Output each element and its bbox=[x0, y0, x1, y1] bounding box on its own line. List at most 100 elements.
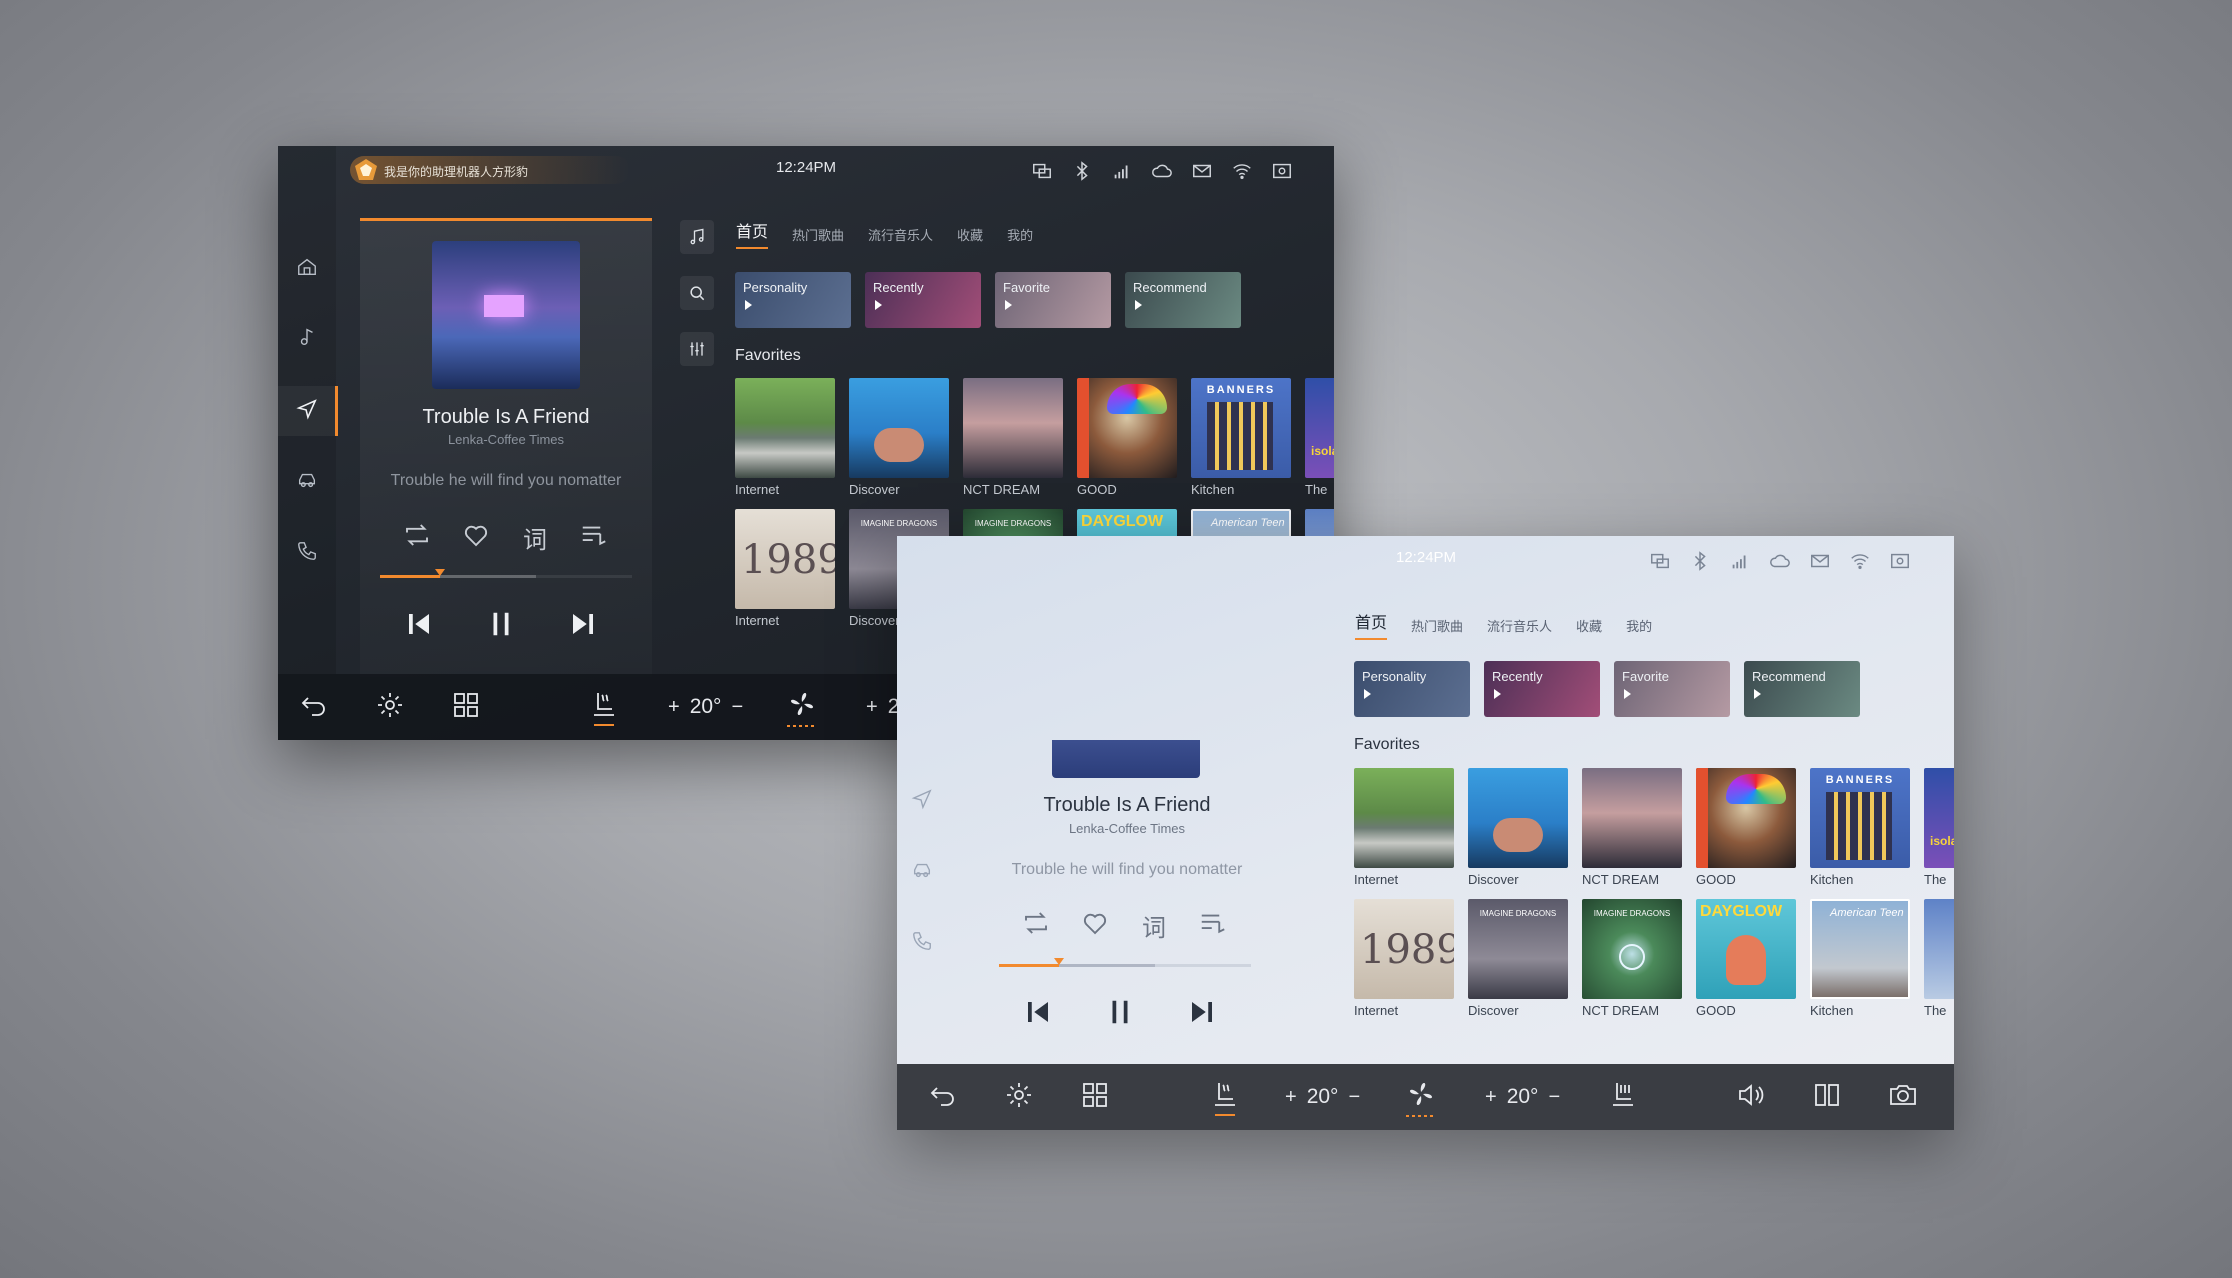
cloud-icon[interactable] bbox=[1769, 550, 1791, 572]
album-item[interactable]: American Teen Kitchen bbox=[1810, 899, 1910, 1018]
tab-home[interactable]: 首页 bbox=[736, 218, 769, 249]
nav-car[interactable] bbox=[296, 469, 318, 496]
album-item[interactable]: Internet bbox=[735, 378, 835, 497]
pause-button[interactable] bbox=[1105, 997, 1135, 1032]
next-button[interactable] bbox=[568, 609, 598, 644]
lyrics-button[interactable]: 词 bbox=[1139, 908, 1169, 943]
tab-favorites[interactable]: 收藏 bbox=[957, 225, 983, 249]
seat-heat-left-button[interactable] bbox=[588, 689, 620, 726]
search-button[interactable] bbox=[680, 276, 714, 310]
progress-track[interactable] bbox=[380, 569, 632, 578]
album-item[interactable]: Discover bbox=[1468, 768, 1568, 887]
now-playing-cover[interactable] bbox=[432, 241, 580, 389]
favorite-button[interactable] bbox=[461, 520, 491, 555]
camera-button[interactable] bbox=[1887, 1079, 1919, 1116]
fan-button[interactable] bbox=[1405, 1078, 1437, 1117]
nav-home[interactable] bbox=[296, 256, 318, 283]
album-item[interactable]: 1989 Internet bbox=[735, 509, 835, 628]
screen-mirror-icon[interactable] bbox=[1031, 160, 1053, 182]
album-item[interactable]: NCT DREAM bbox=[1582, 768, 1682, 887]
nav-phone[interactable] bbox=[296, 540, 318, 567]
tab-mine[interactable]: 我的 bbox=[1626, 616, 1652, 640]
now-playing-cover[interactable] bbox=[1052, 740, 1200, 778]
screen-mirror-icon[interactable] bbox=[1649, 550, 1671, 572]
album-item[interactable]: NCT DREAM bbox=[963, 378, 1063, 497]
card-recommend[interactable]: Recommend bbox=[1125, 272, 1241, 328]
tab-pop-artists[interactable]: 流行音乐人 bbox=[1487, 616, 1552, 640]
camera-box-icon[interactable] bbox=[1889, 550, 1911, 572]
wifi-icon[interactable] bbox=[1849, 550, 1871, 572]
bluetooth-icon[interactable] bbox=[1689, 550, 1711, 572]
temp-right-plus-button[interactable]: + bbox=[866, 696, 878, 719]
music-library-button[interactable] bbox=[680, 220, 714, 254]
album-item[interactable]: isola The bbox=[1305, 378, 1334, 497]
album-item[interactable]: DAYGLOW GOOD bbox=[1696, 899, 1796, 1018]
settings-button[interactable] bbox=[1003, 1079, 1035, 1116]
next-button[interactable] bbox=[1187, 997, 1217, 1032]
album-item[interactable]: Internet bbox=[1354, 768, 1454, 887]
album-item[interactable]: IMAGINE DRAGONS Discover bbox=[1468, 899, 1568, 1018]
card-recently[interactable]: Recently bbox=[865, 272, 981, 328]
camera-box-icon[interactable] bbox=[1271, 160, 1293, 182]
album-item[interactable]: Discover bbox=[849, 378, 949, 497]
mail-icon[interactable] bbox=[1191, 160, 1213, 182]
temp-left-minus-button[interactable]: − bbox=[731, 696, 743, 719]
album-item[interactable]: GOOD bbox=[1077, 378, 1177, 497]
nav-car[interactable] bbox=[911, 859, 933, 886]
tab-favorites[interactable]: 收藏 bbox=[1576, 616, 1602, 640]
previous-button[interactable] bbox=[1023, 997, 1053, 1032]
bluetooth-icon[interactable] bbox=[1071, 160, 1093, 182]
back-button[interactable] bbox=[927, 1079, 959, 1116]
repeat-button[interactable] bbox=[402, 520, 432, 555]
album-item[interactable]: The bbox=[1924, 899, 1954, 1018]
pause-button[interactable] bbox=[486, 609, 516, 644]
apps-button[interactable] bbox=[450, 689, 482, 726]
temp-right-plus-button[interactable]: + bbox=[1485, 1086, 1497, 1109]
temp-right-minus-button[interactable]: − bbox=[1548, 1086, 1560, 1109]
nav-navigation[interactable] bbox=[911, 788, 933, 815]
album-item[interactable]: BANNERS Kitchen bbox=[1191, 378, 1291, 497]
album-item[interactable]: GOOD bbox=[1696, 768, 1796, 887]
card-favorite[interactable]: Favorite bbox=[995, 272, 1111, 328]
nav-music[interactable] bbox=[296, 326, 318, 353]
wifi-icon[interactable] bbox=[1231, 160, 1253, 182]
tab-hot-songs[interactable]: 热门歌曲 bbox=[1411, 616, 1463, 640]
nav-phone[interactable] bbox=[911, 930, 933, 957]
equalizer-button[interactable] bbox=[680, 332, 714, 366]
previous-button[interactable] bbox=[404, 609, 434, 644]
progress-knob[interactable] bbox=[435, 569, 446, 576]
favorite-button[interactable] bbox=[1080, 908, 1110, 943]
album-item[interactable]: 1989 Internet bbox=[1354, 899, 1454, 1018]
card-recommend[interactable]: Recommend bbox=[1744, 661, 1860, 717]
playlist-button[interactable] bbox=[1198, 908, 1228, 943]
album-item[interactable]: isola The bbox=[1924, 768, 1954, 887]
nav-navigation[interactable] bbox=[296, 398, 318, 425]
temp-left-minus-button[interactable]: − bbox=[1348, 1086, 1360, 1109]
mail-icon[interactable] bbox=[1809, 550, 1831, 572]
progress-knob[interactable] bbox=[1054, 958, 1065, 965]
album-item[interactable]: IMAGINE DRAGONS NCT DREAM bbox=[1582, 899, 1682, 1018]
settings-button[interactable] bbox=[374, 689, 406, 726]
seat-heat-left-button[interactable] bbox=[1209, 1079, 1241, 1116]
seat-vent-right-button[interactable] bbox=[1607, 1079, 1639, 1116]
assistant-pill[interactable]: 我是你的助理机器人方形豹 bbox=[350, 156, 630, 184]
progress-track[interactable] bbox=[999, 958, 1251, 967]
lyrics-button[interactable]: 词 bbox=[520, 520, 550, 555]
temp-left-plus-button[interactable]: + bbox=[1285, 1086, 1297, 1109]
apps-button[interactable] bbox=[1079, 1079, 1111, 1116]
cloud-icon[interactable] bbox=[1151, 160, 1173, 182]
card-favorite[interactable]: Favorite bbox=[1614, 661, 1730, 717]
back-button[interactable] bbox=[298, 689, 330, 726]
temp-left-plus-button[interactable]: + bbox=[668, 696, 680, 719]
volume-button[interactable] bbox=[1735, 1079, 1767, 1116]
tab-mine[interactable]: 我的 bbox=[1007, 225, 1033, 249]
card-recently[interactable]: Recently bbox=[1484, 661, 1600, 717]
split-screen-button[interactable] bbox=[1811, 1079, 1843, 1116]
repeat-button[interactable] bbox=[1021, 908, 1051, 943]
card-personality[interactable]: Personality bbox=[735, 272, 851, 328]
tab-pop-artists[interactable]: 流行音乐人 bbox=[868, 225, 933, 249]
tab-hot-songs[interactable]: 热门歌曲 bbox=[792, 225, 844, 249]
album-item[interactable]: BANNERS Kitchen bbox=[1810, 768, 1910, 887]
card-personality[interactable]: Personality bbox=[1354, 661, 1470, 717]
fan-button[interactable] bbox=[786, 688, 818, 727]
